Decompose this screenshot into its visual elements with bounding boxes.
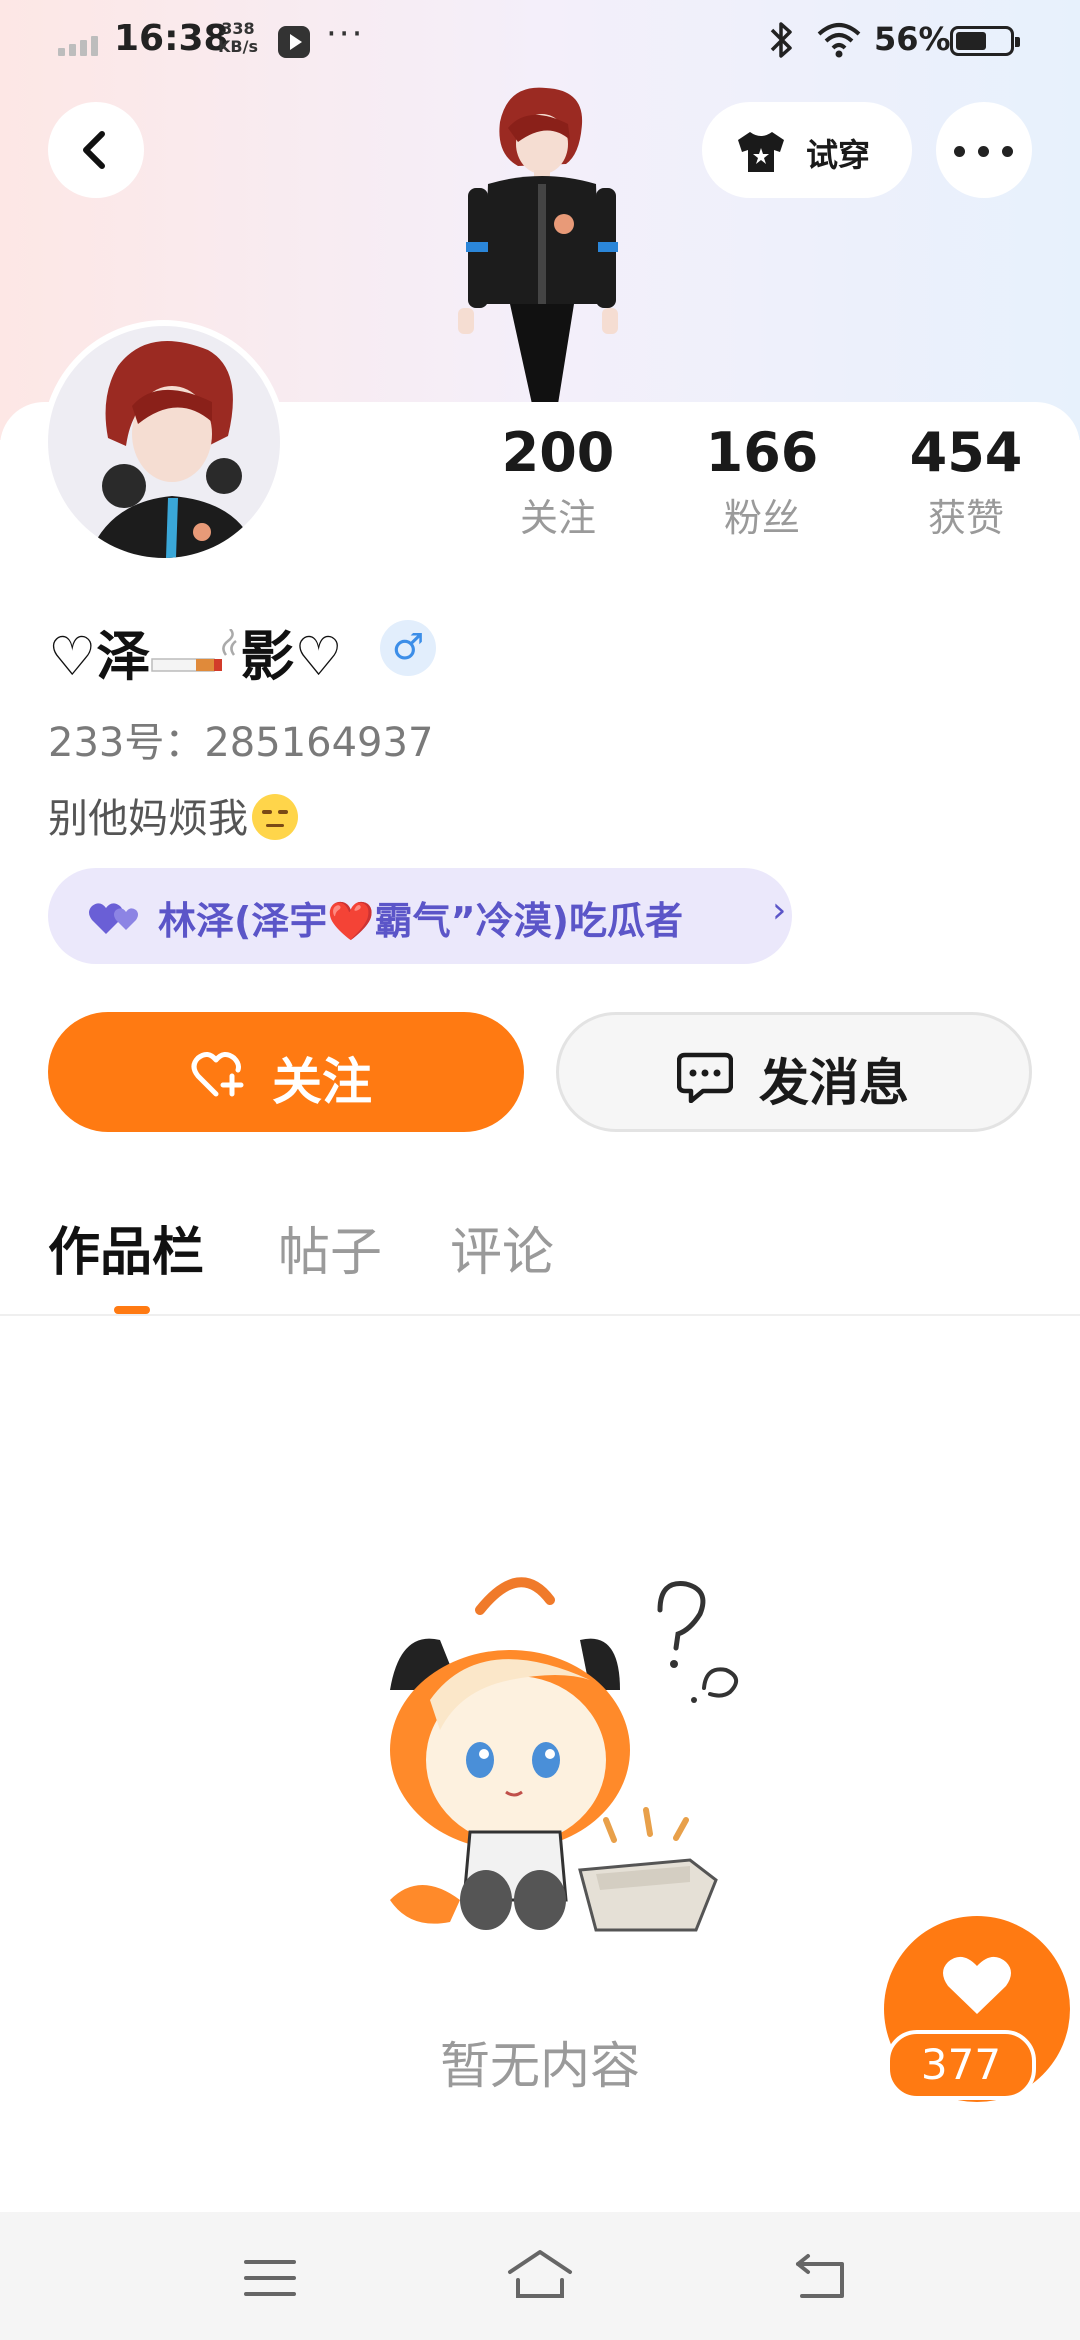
status-bar: 16:38 338 KB/s ··· 56% — [0, 0, 1080, 84]
wifi-icon — [817, 23, 861, 58]
user-id: 233号：285164937 — [48, 720, 434, 766]
try-on-label: 试穿 — [806, 136, 871, 174]
unamused-emoji-icon — [252, 794, 298, 840]
system-nav-bar — [0, 2212, 1080, 2340]
return-icon[interactable] — [794, 2252, 850, 2300]
try-on-button[interactable]: 试穿 — [702, 102, 912, 198]
network-speed: 338 KB/s — [218, 20, 258, 56]
back-arrow-icon — [83, 131, 105, 169]
stat-followers-label: 粉丝 — [723, 496, 800, 540]
stat-following-label: 关注 — [519, 496, 596, 540]
stat-likes-label: 获赞 — [927, 496, 1004, 540]
tab-active-indicator — [114, 1306, 150, 1314]
chevron-right-icon: › — [772, 890, 787, 931]
add-heart-icon — [191, 1052, 244, 1097]
heart-icon — [943, 1956, 1011, 2014]
stat-followers[interactable]: 166 粉丝 — [672, 418, 852, 548]
empty-state-illustration — [390, 1577, 738, 1932]
stat-likes-value: 454 — [909, 421, 1023, 484]
stat-likes[interactable]: 454 获赞 — [876, 418, 1056, 548]
tab-comments[interactable]: 评论 — [450, 1210, 554, 1285]
battery-icon — [950, 26, 1020, 56]
chat-bubble-icon — [677, 1052, 733, 1103]
back-button[interactable] — [48, 102, 144, 198]
content-tabs: 作品栏 帖子 评论 — [0, 1210, 1080, 1316]
home-icon[interactable] — [506, 2248, 574, 2300]
bio-text: 别他妈烦我 — [48, 796, 248, 842]
gender-male-badge: ♂ — [380, 620, 436, 676]
network-speed-value: 338 — [221, 19, 255, 38]
relationship-chip[interactable]: 林泽(泽宇❤️霸气”冷漠)吃瓜者 › — [48, 868, 792, 964]
follow-label: 关注 — [272, 1053, 372, 1111]
send-message-button[interactable]: 发消息 — [556, 1012, 1032, 1132]
status-time: 16:38 — [114, 18, 229, 59]
send-message-label: 发消息 — [759, 1054, 909, 1112]
stat-followers-value: 166 — [705, 421, 819, 484]
menu-icon[interactable] — [244, 2258, 296, 2298]
battery-percent: 56% — [874, 20, 951, 58]
profile-avatar-figure — [458, 87, 618, 404]
bio: 别他妈烦我 — [48, 786, 298, 844]
tab-works[interactable]: 作品栏 — [48, 1210, 204, 1285]
media-play-icon — [278, 26, 310, 58]
like-count: 377 — [886, 2030, 1036, 2100]
double-heart-icon — [89, 903, 138, 934]
stat-following[interactable]: 200 关注 — [468, 418, 648, 548]
tab-posts[interactable]: 帖子 — [278, 1210, 382, 1285]
more-options-button[interactable] — [936, 102, 1032, 198]
bluetooth-icon — [770, 22, 792, 58]
status-overflow: ··· — [326, 14, 365, 54]
avatar-image — [48, 326, 280, 558]
avatar[interactable] — [48, 326, 280, 558]
username: ♡泽 影♡ — [48, 612, 343, 691]
username-part-right: 影♡ — [240, 625, 343, 688]
relationship-text: 林泽(泽宇❤️霸气”冷漠)吃瓜者 — [158, 899, 684, 943]
signal-icon — [58, 30, 104, 56]
cigarette-icon — [151, 628, 238, 672]
follow-button[interactable]: 关注 — [48, 1012, 524, 1132]
username-part-left: ♡泽 — [48, 625, 151, 688]
stat-following-value: 200 — [501, 421, 615, 484]
shirt-icon — [738, 132, 784, 172]
network-speed-unit: KB/s — [218, 37, 258, 56]
